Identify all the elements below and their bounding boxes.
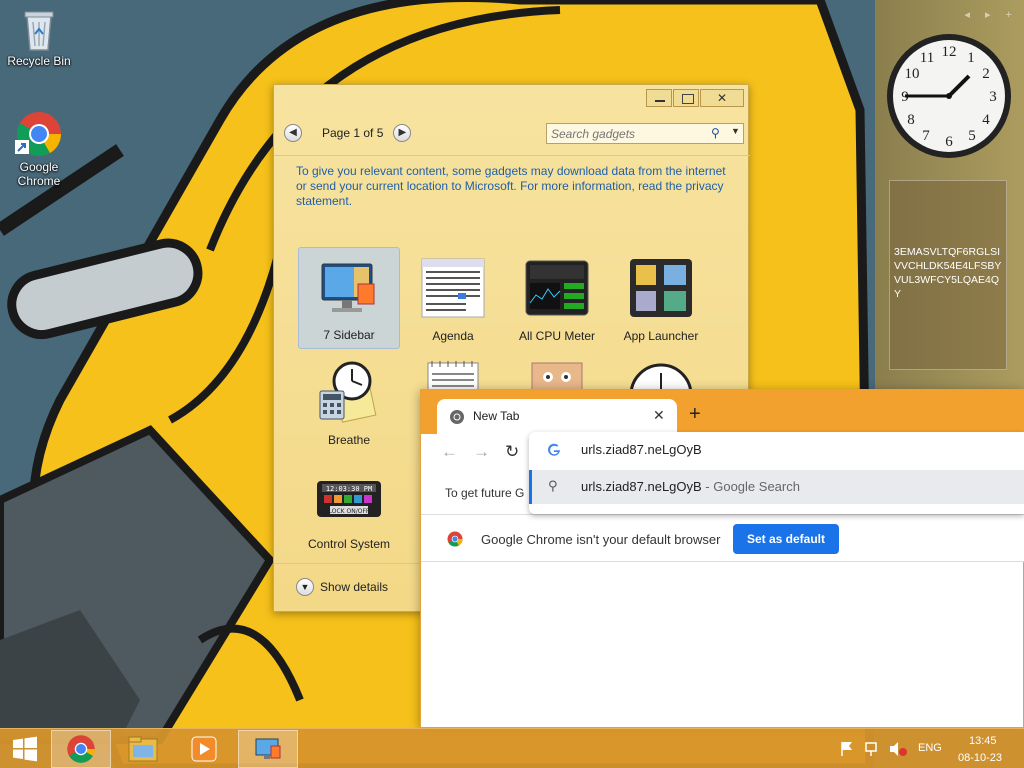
taskbar-clock-date[interactable]: 08-10-23 [958,752,1002,764]
sidebar-controls[interactable]: ◂ ▸ + [964,8,1018,21]
language-indicator[interactable]: ENG [918,742,942,754]
privacy-notice[interactable]: To give you relevant content, some gadge… [274,155,750,209]
google-chrome-label: Google Chrome [17,160,61,188]
recycle-bin-icon [24,11,54,51]
svg-text:LOCK ON/OFF: LOCK ON/OFF [329,508,370,515]
svg-text:3: 3 [989,89,997,105]
gadgets-icon [255,738,281,759]
recycle-bin-label: Recycle Bin [7,54,71,68]
gadget-tile-app-launcher[interactable]: App Launcher [610,247,712,349]
chrome-tab-favicon-icon [450,410,464,424]
search-gadgets-input[interactable] [551,126,701,141]
close-button[interactable]: ✕ [700,89,744,107]
chrome-icon [447,531,463,547]
tab-close-icon[interactable]: ✕ [653,407,665,424]
folder-icon [128,736,158,762]
svg-text:10: 10 [905,66,920,82]
svg-text:6: 6 [945,134,953,150]
tile-label: 7 Sidebar [323,328,375,342]
breathe-clock-icon [319,361,377,423]
gadget-tile-all-cpu-meter[interactable]: All CPU Meter [506,247,608,349]
tab-title: New Tab [473,409,520,423]
volume-muted-icon [890,742,907,756]
search-icon: ⚲ [548,478,558,493]
omnibox-dropdown[interactable]: urls.ziad87.neLgOyB ⚲ urls.ziad87.neLgOy… [529,432,1024,514]
tile-label: Control System [307,537,391,551]
tab-strip: New Tab ✕ + [421,390,1024,434]
search-icon[interactable]: ⚲ [711,126,720,140]
show-details-toggle[interactable]: ▼ Show details [296,578,388,596]
default-browser-bar: Google Chrome isn't your default browser… [421,514,1024,562]
taskbar-file-explorer-button[interactable] [113,730,173,768]
suggestion-text: urls.ziad87.neLgOyB - Google Search [581,479,800,494]
tile-label: App Launcher [623,329,699,343]
chevron-down-icon[interactable]: ▼ [731,126,740,136]
windows-start-icon [13,736,37,762]
chrome-icon [67,735,95,763]
gadget-tile-breathe[interactable]: Breathe [298,351,400,453]
svg-text:7: 7 [922,128,930,144]
taskbar-gadgets-button[interactable] [238,730,298,768]
app-launcher-icon [630,259,692,317]
minimize-icon [647,90,671,106]
gadget-tile-agenda[interactable]: Agenda [402,247,504,349]
system-tray-icons[interactable] [836,729,912,768]
notes-gadget[interactable]: 3EMASVLTQF6RGLSIVVCHLDK54E4LFSBYVUL3WFCY… [889,180,1007,370]
taskbar-clock-time[interactable]: 13:45 [969,735,997,747]
forward-icon[interactable]: → [473,442,490,462]
tile-label: Agenda [432,329,474,343]
gadget-pager: ◀ Page 1 of 5 ▶ [284,123,412,143]
reload-icon[interactable]: ↻ [505,442,519,462]
svg-text:12:03:30 PM: 12:03:30 PM [326,485,372,493]
tab-new-tab[interactable]: New Tab ✕ [437,399,677,434]
start-button[interactable] [0,730,50,768]
calendar-icon [421,258,485,318]
tile-label: All CPU Meter [518,329,595,343]
svg-text:12: 12 [942,44,957,60]
prev-page-button[interactable]: ◀ [284,124,302,142]
action-center-flag-icon [841,742,852,756]
infobar-text: To get future G [445,486,525,500]
taskbar: ENG 13:45 08-10-23 [0,728,1024,768]
omnibox-input[interactable]: urls.ziad87.neLgOyB [581,442,702,457]
default-browser-message: Google Chrome isn't your default browser [481,532,721,547]
control-system-icon: 12:03:30 PM LOCK ON/OFF [317,481,381,517]
minimize-button[interactable] [646,89,672,107]
taskbar-media-player-button[interactable] [174,730,234,768]
chrome-icon [15,112,61,156]
media-player-icon [191,736,217,762]
cpu-meter-icon [525,260,589,316]
set-as-default-button[interactable]: Set as default [733,524,839,554]
chevron-down-icon: ▼ [296,578,314,596]
gadget-search-box[interactable]: ⚲ ▼ [546,123,744,144]
maximize-icon [674,90,698,106]
svg-text:11: 11 [920,50,934,66]
google-g-icon [548,443,560,456]
gadget-tile-control-system[interactable]: 12:03:30 PM LOCK ON/OFF Control System [298,455,400,557]
desktop-icon-recycle-bin[interactable]: Recycle Bin [1,6,77,68]
svg-text:1: 1 [967,50,975,66]
suggestion-main: urls.ziad87.neLgOyB [581,479,702,494]
maximize-button[interactable] [673,89,699,107]
svg-text:5: 5 [968,128,976,144]
svg-text:2: 2 [982,66,990,82]
desktop-icon-google-chrome[interactable]: Google Chrome [1,110,77,188]
next-page-button[interactable]: ▶ [393,124,412,142]
new-tab-button[interactable]: + [689,403,701,426]
svg-text:4: 4 [982,112,990,128]
network-icon [865,742,877,756]
tile-label: Breathe [327,433,371,447]
show-details-label: Show details [320,580,389,594]
back-icon[interactable]: ← [441,442,458,462]
close-icon: ✕ [716,91,728,105]
page-label: Page 1 of 5 [322,126,384,140]
omnibox-suggestion[interactable]: ⚲ urls.ziad87.neLgOyB - Google Search [529,470,1024,504]
suggestion-sub: - Google Search [701,479,800,494]
gadget-tile-7-sidebar[interactable]: 7 Sidebar [298,247,400,349]
clock-gadget[interactable]: 1212 345 678 91011 [885,32,1013,160]
sidebar-monitor-icon [321,263,375,312]
taskbar-chrome-button[interactable] [51,730,111,768]
svg-text:8: 8 [907,112,915,128]
